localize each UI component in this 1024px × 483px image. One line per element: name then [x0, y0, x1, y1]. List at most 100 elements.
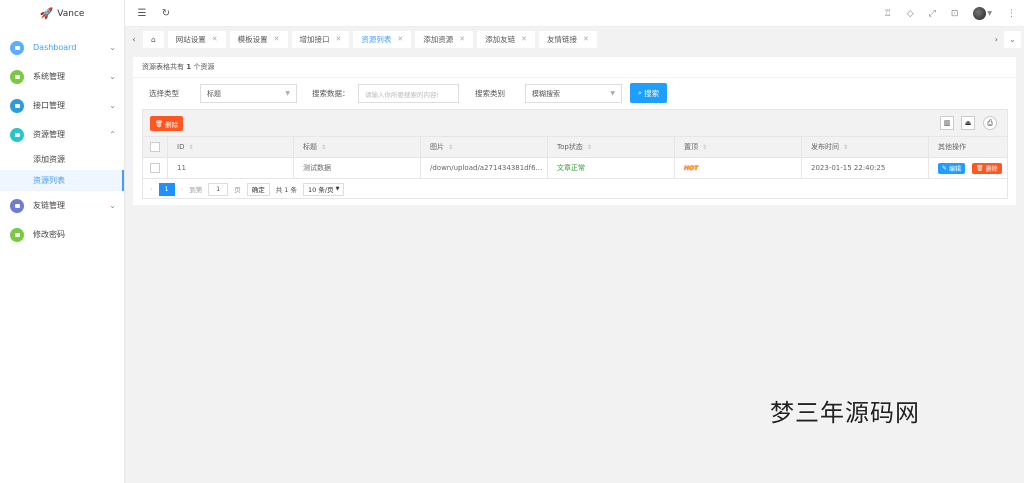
print-icon[interactable]: ⎙ — [983, 116, 997, 130]
tab[interactable]: 增加接口 ✕ — [291, 30, 350, 48]
sidebar-item-resources[interactable]: 资源管理 ⌃ — [0, 120, 124, 149]
tab[interactable]: 友情链接 ✕ — [539, 30, 597, 48]
delete-button[interactable]: 🗑 删除 — [972, 162, 1002, 174]
header: ☰ ↻ ♖ ◇ ⤢ ⊡ ▼ ⋮ — [125, 0, 1024, 27]
tab-bar: ‹ ⌂ 网站设置 ✕ 模板设置 ✕ 增加接口 ✕ 资源列表 ✕ 添加资源 ✕ 添加友链 ✕ … — [125, 28, 1024, 50]
cell-top-status: 文章正常 — [548, 158, 675, 178]
refresh-icon[interactable]: ↻ — [159, 8, 173, 19]
close-icon[interactable]: ✕ — [336, 35, 342, 43]
type-select[interactable]: 标题 ▼ — [200, 84, 297, 103]
prev-page-icon[interactable]: ‹ — [150, 185, 153, 193]
user-menu[interactable]: ▼ — [973, 7, 992, 20]
sort-icon[interactable]: ⇕ — [702, 144, 707, 151]
sort-icon[interactable]: ⇕ — [448, 144, 453, 151]
caret-down-icon: ▼ — [285, 90, 290, 97]
data-label: 搜索数据： — [312, 89, 350, 98]
tab-label: 添加友链 — [485, 34, 516, 44]
theme-icon[interactable]: ♖ — [884, 9, 892, 19]
sort-icon[interactable]: ⇕ — [321, 144, 326, 151]
resource-icon — [10, 127, 24, 142]
link-icon — [10, 198, 24, 213]
column-header-pin[interactable]: 置顶 ⇕ — [675, 137, 802, 157]
pagination: ‹ 1 › 到第 1 页 确定 共 1 条 10 条/页 ▼ — [143, 179, 1007, 199]
trash-icon: 🗑 — [976, 164, 984, 172]
select-all-checkbox[interactable] — [143, 137, 168, 157]
key-icon — [10, 227, 24, 242]
close-icon[interactable]: ✕ — [212, 35, 218, 43]
next-page-icon[interactable]: › — [181, 185, 184, 193]
tabs-prev-icon[interactable]: ‹ — [125, 35, 143, 44]
rocket-icon: 🚀 — [39, 7, 54, 20]
column-header-title[interactable]: 标题 ⇕ — [294, 137, 421, 157]
caret-down-icon: ▼ — [335, 186, 340, 192]
sort-icon[interactable]: ⇕ — [843, 144, 848, 151]
logo[interactable]: 🚀 Vance — [0, 0, 124, 27]
sidebar-item-dashboard[interactable]: Dashboard ⌄ — [0, 33, 124, 62]
close-icon[interactable]: ✕ — [459, 35, 465, 43]
search-input[interactable]: 请输入你所要搜索的内容! — [358, 84, 459, 103]
column-header-id[interactable]: ID ⇕ — [168, 137, 294, 157]
category-label: 搜索类别 — [475, 89, 505, 98]
menu-toggle-icon[interactable]: ☰ — [135, 8, 149, 19]
sidebar-item-api[interactable]: 接口管理 ⌄ — [0, 91, 124, 120]
sidebar-sub-add-resource[interactable]: 添加资源 — [0, 149, 124, 170]
export-icon[interactable]: ⏏ — [961, 116, 975, 130]
table-header: ID ⇕ 标题 ⇕ 图片 ⇕ Top状态 ⇕ 置顶 ⇕ 发布时间 ⇕ 其他操作 — [143, 137, 1007, 158]
watermark: 梦三年源码网 — [770, 399, 920, 427]
tabs-dropdown-icon[interactable]: ⌄ — [1004, 30, 1021, 48]
search-button[interactable]: ⌕ 搜索 — [630, 83, 667, 103]
tab[interactable]: 模板设置 ✕ — [229, 30, 288, 48]
tab-label: 友情链接 — [547, 34, 578, 44]
tab-active[interactable]: 资源列表 ✕ — [353, 30, 412, 48]
tab[interactable]: 添加资源 ✕ — [415, 30, 474, 48]
column-header-top-status[interactable]: Top状态 ⇕ — [548, 137, 675, 157]
columns-icon[interactable]: ▥ — [940, 116, 954, 130]
avatar — [973, 7, 987, 20]
fullscreen-icon[interactable]: ⤢ — [929, 9, 936, 19]
home-icon: ⌂ — [151, 34, 156, 44]
page-current[interactable]: 1 — [158, 182, 175, 196]
sidebar-item-system[interactable]: 系统管理 ⌄ — [0, 62, 124, 91]
resource-card: 资源表格共有 1 个资源 选择类型 标题 ▼ 搜索数据： 请输入你所要搜索的内容!… — [133, 57, 1016, 205]
tabs-next-icon[interactable]: › — [995, 35, 998, 44]
goto-confirm-button[interactable]: 确定 — [246, 182, 270, 196]
tag-icon[interactable]: ◇ — [907, 9, 914, 19]
tab-label: 模板设置 — [237, 34, 268, 44]
chevron-down-icon: ⌄ — [109, 72, 116, 81]
sidebar-sub-resource-list[interactable]: 资源列表 — [0, 170, 124, 191]
close-icon[interactable]: ✕ — [397, 35, 403, 43]
api-icon — [10, 98, 24, 113]
sort-icon[interactable]: ⇕ — [587, 144, 592, 151]
column-header-image[interactable]: 图片 ⇕ — [421, 137, 548, 157]
trash-icon: 🗑 — [154, 119, 164, 128]
batch-delete-button[interactable]: 🗑 删除 — [150, 116, 183, 131]
label: 资源管理 — [33, 130, 65, 139]
goto-page-input[interactable]: 1 — [208, 182, 229, 196]
edit-button[interactable]: ✎ 编辑 — [938, 162, 966, 174]
hot-badge: HOT — [675, 158, 802, 178]
type-label: 选择类型 — [149, 89, 179, 98]
card-title: 资源表格共有 1 个资源 — [133, 57, 1016, 78]
close-icon[interactable]: ✕ — [274, 35, 280, 43]
column-header-time[interactable]: 发布时间 ⇕ — [802, 137, 929, 157]
resource-table: 🗑 删除 ▥ ⏏ ⎙ ID ⇕ 标题 ⇕ 图片 ⇕ Top状态 ⇕ 置顶 ⇕ 发布时间 ⇕ 其… — [142, 109, 1008, 199]
sidebar-item-links[interactable]: 友链管理 ⌄ — [0, 191, 124, 220]
tab[interactable]: 网站设置 ✕ — [167, 30, 226, 48]
sort-icon[interactable]: ⇕ — [188, 144, 193, 151]
tab[interactable]: 添加友链 ✕ — [477, 30, 536, 48]
tab-home[interactable]: ⌂ — [143, 30, 164, 48]
total-count: 共 1 条 — [275, 186, 297, 194]
page-size-select[interactable]: 10 条/页 ▼ — [303, 182, 345, 196]
sidebar-item-password[interactable]: 修改密码 — [0, 220, 124, 249]
close-icon[interactable]: ✕ — [521, 35, 527, 43]
row-checkbox[interactable] — [143, 158, 168, 178]
more-icon[interactable]: ⋮ — [1007, 9, 1016, 19]
lock-icon[interactable]: ⊡ — [951, 9, 959, 19]
search-form: 选择类型 标题 ▼ 搜索数据： 请输入你所要搜索的内容! 搜索类别 模糊搜索 ▼ — [133, 78, 1016, 106]
category-select[interactable]: 模糊搜索 ▼ — [525, 84, 622, 103]
sidebar: 🚀 Vance Dashboard ⌄ 系统管理 ⌄ 接口管理 ⌄ 资源管理 ⌃ 添加资… — [0, 0, 125, 483]
close-icon[interactable]: ✕ — [583, 35, 589, 43]
label: 系统管理 — [33, 72, 65, 81]
page-unit: 页 — [234, 186, 241, 194]
chevron-up-icon: ⌃ — [109, 130, 116, 139]
